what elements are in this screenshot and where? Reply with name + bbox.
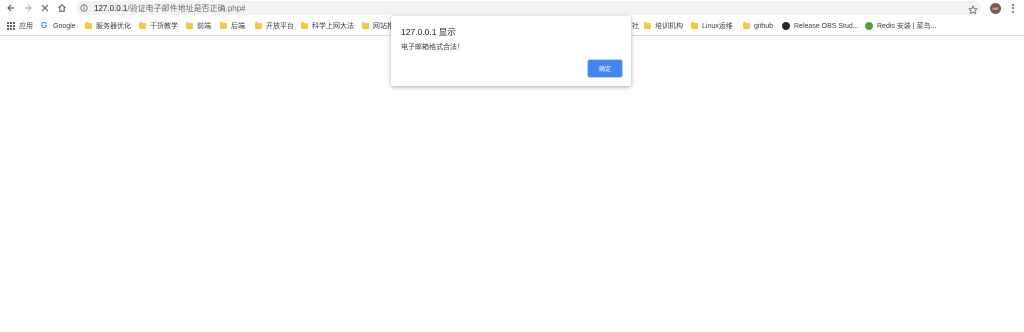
bookmark-folder[interactable]: 干货教学 xyxy=(139,21,178,31)
google-icon: G xyxy=(41,21,48,30)
bookmark-label: 开放平台 xyxy=(266,23,294,30)
bookmark-label: 干货教学 xyxy=(150,23,178,30)
bookmark-label: Google xyxy=(53,22,76,30)
bookmark-star-icon[interactable] xyxy=(968,2,980,15)
bookmark-folder[interactable]: 培训机构 xyxy=(644,21,683,31)
folder-icon xyxy=(85,22,92,29)
folder-icon xyxy=(743,22,750,29)
bookmark-label: Release OBS Stud... xyxy=(794,22,859,30)
back-icon[interactable] xyxy=(4,1,18,15)
bookmark-label: 后端 xyxy=(231,23,245,30)
bookmark-folder[interactable]: 后端 xyxy=(220,21,245,31)
bookmark-label: 社 xyxy=(632,23,639,30)
bookmark-label: 应用 xyxy=(19,23,33,30)
folder-icon xyxy=(139,22,146,29)
url-path: /验证电子邮件地址是否正确.php# xyxy=(127,3,246,13)
apps-grid-icon xyxy=(7,22,15,30)
bookmark-label: Linux运维 xyxy=(702,23,733,30)
bookmark-folder[interactable]: 服务器优化 xyxy=(85,21,131,31)
folder-icon xyxy=(691,22,698,29)
bookmark-label: Redis 安装 | 菜鸟... xyxy=(877,23,937,30)
folder-icon xyxy=(186,22,193,29)
folder-icon xyxy=(362,22,369,29)
bookmark-partial[interactable]: 社 xyxy=(632,21,639,31)
site-info-icon[interactable] xyxy=(80,4,88,12)
home-icon[interactable] xyxy=(55,1,69,15)
avatar-text: ME xyxy=(992,6,999,11)
bookmark-label: 科学上网大法 xyxy=(312,23,354,30)
address-bar[interactable]: 127.0.0.1 /验证电子邮件地址是否正确.php# xyxy=(76,1,981,15)
bookmark-folder[interactable]: 前端 xyxy=(186,21,211,31)
bookmark-label: 培训机构 xyxy=(655,23,683,30)
bookmark-google[interactable]: G Google xyxy=(41,21,76,31)
bookmark-folder[interactable]: 网站推 xyxy=(362,21,394,31)
bookmark-label: 服务器优化 xyxy=(96,23,131,30)
forward-icon[interactable] xyxy=(21,1,35,15)
ok-button[interactable]: 确定 xyxy=(588,60,622,77)
browser-menu-icon[interactable] xyxy=(1008,2,1018,14)
bookmark-folder[interactable]: Linux运维 xyxy=(691,21,733,31)
github-icon xyxy=(782,22,790,30)
bookmark-folder[interactable]: 科学上网大法 xyxy=(301,21,354,31)
bookmark-redis[interactable]: Redis 安装 | 菜鸟... xyxy=(865,21,936,31)
stop-loading-icon[interactable] xyxy=(38,1,52,15)
browser-toolbar: 127.0.0.1 /验证电子邮件地址是否正确.php# ME xyxy=(0,0,1024,17)
bookmark-release-obs[interactable]: Release OBS Stud... xyxy=(782,21,859,31)
bookmark-label: 前端 xyxy=(197,23,211,30)
url-host: 127.0.0.1 xyxy=(94,3,128,13)
bookmark-label: github xyxy=(754,22,774,30)
folder-icon xyxy=(220,22,227,29)
bookmark-apps[interactable]: 应用 xyxy=(7,21,33,31)
bookmark-folder[interactable]: 开放平台 xyxy=(255,21,294,31)
folder-icon xyxy=(644,22,651,29)
alert-dialog: 127.0.0.1 显示 电子邮箱格式合法！ 确定 xyxy=(391,16,631,86)
folder-icon xyxy=(255,22,262,29)
dialog-message: 电子邮箱格式合法！ xyxy=(401,44,464,51)
redis-icon xyxy=(865,22,873,30)
bookmark-folder[interactable]: github xyxy=(743,21,773,31)
dialog-title: 127.0.0.1 显示 xyxy=(401,27,456,37)
profile-avatar[interactable]: ME xyxy=(990,3,1001,14)
folder-icon xyxy=(301,22,308,29)
